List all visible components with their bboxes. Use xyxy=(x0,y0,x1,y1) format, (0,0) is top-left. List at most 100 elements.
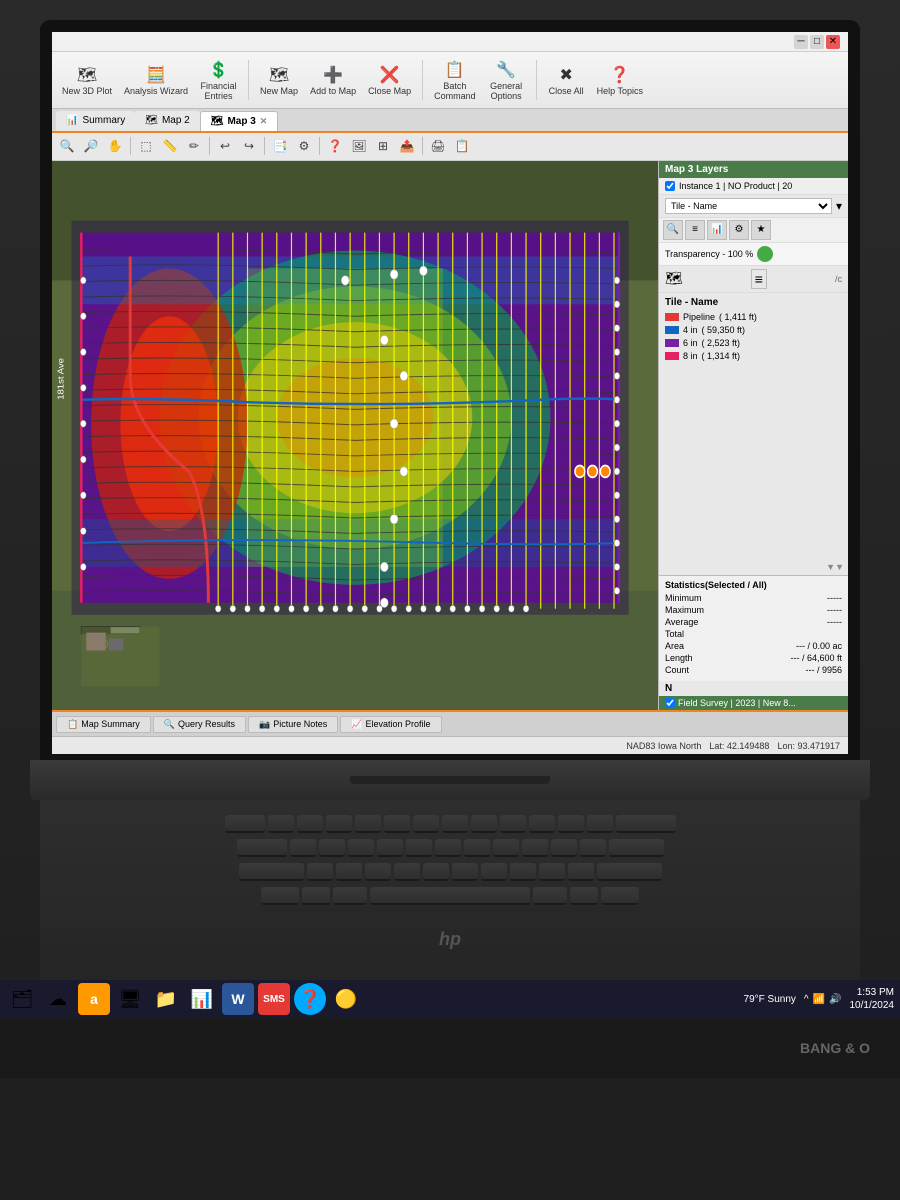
tool-image[interactable]: 🖼 xyxy=(348,135,370,157)
taskbar-word[interactable]: W xyxy=(222,983,254,1015)
key-enter xyxy=(609,839,664,857)
panel-chart-icon[interactable]: 📊 xyxy=(707,220,727,240)
layer-dropdown[interactable]: Tile - Name xyxy=(665,198,832,214)
ribbon-sep-2 xyxy=(422,60,423,100)
legend-title: Tile - Name xyxy=(665,297,842,308)
picture-notes-label: Picture Notes xyxy=(273,719,327,729)
key-m xyxy=(481,863,507,881)
ribbon-sep-1 xyxy=(248,60,249,100)
tool-zoom-out[interactable]: 🔎 xyxy=(80,135,102,157)
taskbar-files[interactable]: 🗂 xyxy=(6,983,38,1015)
tool-measure[interactable]: 📏 xyxy=(159,135,181,157)
query-results-icon: 🔍 xyxy=(164,719,175,730)
tool-redo[interactable]: ↪ xyxy=(238,135,260,157)
tool-grid[interactable]: ⊞ xyxy=(372,135,394,157)
ribbon-closemap[interactable]: ❌ Close Map xyxy=(364,61,415,99)
tool-print[interactable]: 🖨 xyxy=(427,135,449,157)
key-i xyxy=(471,815,497,833)
tray-network[interactable]: 📶 xyxy=(813,994,825,1005)
layer-label-c: /c xyxy=(835,274,842,284)
minimize-button[interactable]: ─ xyxy=(794,35,808,49)
tab-elevation-profile[interactable]: 📈 Elevation Profile xyxy=(340,716,441,733)
tool-select[interactable]: ⬚ xyxy=(135,135,157,157)
keyboard-row-3 xyxy=(239,863,662,881)
ribbon-batch[interactable]: 📋 BatchCommand xyxy=(430,56,480,104)
stats-count: Count --- / 9956 xyxy=(665,665,842,675)
footer-checkbox[interactable] xyxy=(665,698,675,708)
tool-layers[interactable]: 📑 xyxy=(269,135,291,157)
tool-properties[interactable]: ⚙ xyxy=(293,135,315,157)
tool-clipboard[interactable]: 📋 xyxy=(451,135,473,157)
taskbar-amazon[interactable]: a xyxy=(78,983,110,1015)
tab-map-summary[interactable]: 📋 Map Summary xyxy=(56,716,151,733)
ribbon-addmap[interactable]: ➕ Add to Map xyxy=(306,61,360,99)
panel-title: Map 3 Layers xyxy=(665,164,728,175)
map3-tab-label: Map 3 xyxy=(227,116,255,127)
panel-footer: Field Survey | 2023 | New 8... xyxy=(659,696,848,710)
ribbon-addmap-label: Add to Map xyxy=(310,87,356,97)
clock-time: 1:53 PM xyxy=(850,986,895,999)
layer-view-icon[interactable]: 🗺 xyxy=(665,270,683,287)
tool-draw[interactable]: ✏ xyxy=(183,135,205,157)
taskbar-dropbox[interactable]: ☁ xyxy=(42,983,74,1015)
tab-map2[interactable]: 🗺 Map 2 xyxy=(135,111,200,131)
ribbon-financial[interactable]: 💲 FinancialEntries xyxy=(196,56,241,104)
taskbar-clock[interactable]: 1:53 PM 10/1/2024 xyxy=(850,986,895,1012)
key-backslash xyxy=(616,815,676,833)
panel-list-icon[interactable]: ≡ xyxy=(685,220,705,240)
tab-map3[interactable]: 🗺 Map 3 ✕ xyxy=(200,111,279,131)
system-tray: ^ 📶 🔊 xyxy=(804,994,842,1005)
tab-picture-notes[interactable]: 📷 Picture Notes xyxy=(248,716,338,733)
close-button[interactable]: ✕ xyxy=(826,35,840,49)
taskbar-excel[interactable]: 📊 xyxy=(186,983,218,1015)
tool-help[interactable]: ❓ xyxy=(324,135,346,157)
key-n xyxy=(452,863,478,881)
taskbar-store[interactable]: 🖥 xyxy=(114,983,146,1015)
tool-export[interactable]: 📤 xyxy=(396,135,418,157)
tool-zoom-in[interactable]: 🔍 xyxy=(56,135,78,157)
panel-star-icon[interactable]: ★ xyxy=(751,220,771,240)
ribbon-new3d[interactable]: 🗺 New 3D Plot xyxy=(58,61,116,99)
ribbon-closeall[interactable]: ✖ Close All xyxy=(544,61,589,99)
taskbar-chrome[interactable]: 🟡 xyxy=(330,983,362,1015)
legend-4in-label: 4 in xyxy=(683,325,698,335)
map-area[interactable]: 1000ft 181st Ave xyxy=(52,161,658,710)
ribbon-analysis[interactable]: 🧮 Analysis Wizard xyxy=(120,61,192,99)
tool-undo[interactable]: ↩ xyxy=(214,135,236,157)
key-win xyxy=(302,887,330,905)
query-results-label: Query Results xyxy=(178,719,235,729)
instance-checkbox[interactable] xyxy=(665,181,675,191)
ribbon-general[interactable]: 🔧 GeneralOptions xyxy=(484,56,529,104)
laptop-outer: ─ □ ✕ 🗺 New 3D Plot 🧮 Analysis Wizard 💲 … xyxy=(0,0,900,1200)
transparency-row: Transparency - 100 % xyxy=(659,243,848,266)
keyboard-row-2 xyxy=(237,839,664,857)
layer-list-icon2[interactable]: ≡ xyxy=(751,269,767,289)
panel-zoom-icon[interactable]: 🔍 xyxy=(663,220,683,240)
layer-expand-icon[interactable]: ▾ xyxy=(836,199,842,213)
panel-settings-icon[interactable]: ⚙ xyxy=(729,220,749,240)
stats-length-label: Length xyxy=(665,653,693,663)
ribbon-sep-3 xyxy=(536,60,537,100)
maximize-button[interactable]: □ xyxy=(810,35,824,49)
picture-notes-icon: 📷 xyxy=(259,719,270,730)
instance-label: Instance 1 | NO Product | 20 xyxy=(679,181,792,191)
taskbar-sms[interactable]: SMS xyxy=(258,983,290,1015)
tab-summary[interactable]: 📊 Summary xyxy=(56,111,135,131)
map3-tab-close[interactable]: ✕ xyxy=(260,116,268,127)
ribbon-financial-label: FinancialEntries xyxy=(201,82,237,102)
tool-pan[interactable]: ✋ xyxy=(104,135,126,157)
transparency-slider[interactable] xyxy=(757,246,773,262)
taskbar-explorer[interactable]: 📁 xyxy=(150,983,182,1015)
tab-query-results[interactable]: 🔍 Query Results xyxy=(153,716,246,733)
ribbon-help[interactable]: ❓ Help Topics xyxy=(593,61,647,99)
latitude: Lat: 42.149488 xyxy=(709,741,769,751)
ribbon-newmap[interactable]: 🗺 New Map xyxy=(256,61,302,99)
brand-label: BANG & O xyxy=(800,1040,870,1056)
tray-audio[interactable]: 🔊 xyxy=(829,994,841,1005)
tray-chevron[interactable]: ^ xyxy=(804,994,809,1005)
key-d xyxy=(348,839,374,857)
taskbar-help[interactable]: ❓ xyxy=(294,983,326,1015)
key-p xyxy=(529,815,555,833)
map3-tab-icon: 🗺 xyxy=(211,116,224,127)
stats-count-label: Count xyxy=(665,665,689,675)
